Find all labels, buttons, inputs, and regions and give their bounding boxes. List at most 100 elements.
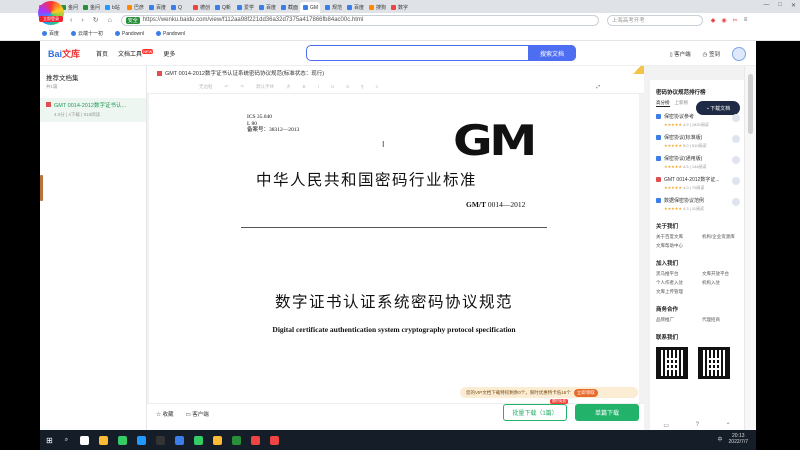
url-input[interactable]: 安全 https://wenku.baidu.com/view/f112aa98… bbox=[120, 14, 599, 26]
nav-more[interactable]: 更多 bbox=[163, 49, 175, 58]
toolbar-button[interactable]: 大 bbox=[286, 84, 291, 90]
login-label[interactable]: 立即登录 bbox=[39, 16, 63, 22]
help-icon[interactable]: ? bbox=[696, 422, 699, 429]
browser-tab[interactable]: GM bbox=[300, 2, 320, 13]
browser-tab[interactable]: Q新 bbox=[212, 2, 232, 13]
screenshot-icon[interactable]: ✂ bbox=[733, 17, 738, 24]
browser-tab[interactable]: 金问 bbox=[80, 2, 100, 13]
browser-tab[interactable]: 巴彦 bbox=[124, 2, 144, 13]
single-download-button[interactable]: 单篇下载 bbox=[575, 404, 639, 421]
back-icon[interactable]: ‹ bbox=[70, 17, 72, 24]
bookmark-item[interactable]: 云端十一初 bbox=[71, 30, 103, 37]
bookmark-item[interactable]: Pandownl bbox=[115, 31, 144, 37]
ranking-item[interactable]: 保密协议参考 ★★★★★ 4.9 | 1832阅读 bbox=[656, 113, 744, 128]
footer-link[interactable]: 机构入驻 bbox=[702, 280, 742, 286]
browser-tab[interactable]: 百度 bbox=[344, 2, 364, 13]
search-icon[interactable]: ⌕ bbox=[65, 437, 68, 444]
avatar[interactable] bbox=[732, 47, 746, 61]
toolbar-button[interactable]: U bbox=[331, 84, 334, 89]
footer-link[interactable]: 黑马推平台 bbox=[656, 271, 696, 277]
browser-tab[interactable]: 百度 bbox=[256, 2, 276, 13]
browser-tab[interactable]: 数字 bbox=[388, 2, 408, 13]
toolbar-button[interactable]: I bbox=[318, 84, 319, 89]
page-scrollbar[interactable] bbox=[744, 66, 756, 430]
footer-link[interactable]: 文库帮助中心 bbox=[656, 243, 696, 249]
toolbar-button[interactable]: ¶ bbox=[361, 84, 363, 89]
home-icon[interactable]: ⌂ bbox=[108, 17, 112, 24]
scrollbar-thumb[interactable] bbox=[748, 74, 753, 134]
document-viewport[interactable]: ICS 35.040 L 80 备案号：38312—2013 GM 中华人民共和… bbox=[147, 94, 644, 403]
sidebar-handle[interactable] bbox=[40, 175, 43, 201]
ranking-item[interactable]: GMT 0014-2012数字证... ★★★★★ 4.0 | 70阅读 bbox=[656, 176, 744, 191]
app-icon[interactable] bbox=[194, 435, 204, 445]
browser-tab[interactable]: b站 bbox=[102, 2, 122, 13]
footer-link[interactable]: 品牌推广 bbox=[656, 317, 696, 323]
app-icon[interactable] bbox=[137, 435, 147, 445]
toolbar-button[interactable]: S bbox=[346, 84, 349, 89]
clock[interactable]: 20:13 2022/7/7 bbox=[729, 433, 748, 445]
sign-in-link[interactable]: ◷ 签到 bbox=[703, 50, 720, 58]
footer-link[interactable]: 关于百度文库 bbox=[656, 234, 696, 240]
nav-doc-tools[interactable]: 文档工具NEW bbox=[118, 48, 154, 58]
app-icon[interactable] bbox=[118, 435, 128, 445]
refresh-icon[interactable]: ↻ bbox=[93, 16, 99, 24]
app-icon[interactable] bbox=[99, 435, 109, 445]
tab-new[interactable]: 上新榜 bbox=[675, 100, 689, 107]
sidebar-doc-item[interactable]: GMT 0014-2012数字证书认... 4.0分 | 4下载 | 919阅读 bbox=[40, 98, 146, 122]
browser-search-input[interactable]: 上海高考开考 bbox=[606, 14, 703, 26]
forward-icon[interactable]: › bbox=[81, 17, 83, 24]
browser-tab[interactable]: 截面 bbox=[278, 2, 298, 13]
browser-tab[interactable]: Q bbox=[168, 2, 188, 13]
footer-link[interactable]: 代理招商 bbox=[702, 317, 742, 323]
toolbar-button[interactable]: B bbox=[303, 84, 306, 89]
footer-link[interactable]: 文库开放平台 bbox=[702, 271, 742, 277]
batch-download-button[interactable]: 批量下载（1篇） 限时免费 bbox=[503, 399, 568, 421]
toolbar-button[interactable]: 默认字体 bbox=[256, 84, 274, 90]
app-icon[interactable] bbox=[270, 435, 280, 445]
browser-tab[interactable]: 德创 bbox=[190, 2, 210, 13]
toolbar-button[interactable]: ≡ bbox=[376, 84, 379, 89]
back-to-top-icon[interactable]: ⌃ bbox=[726, 422, 731, 429]
app-icon[interactable] bbox=[251, 435, 261, 445]
expand-icon[interactable]: ⤢ bbox=[596, 84, 600, 89]
browser-tab[interactable]: 搜狗 bbox=[366, 2, 386, 13]
search-docs-button[interactable]: 搜索文档 bbox=[528, 45, 576, 61]
close-icon[interactable]: ✕ bbox=[791, 2, 796, 9]
browser-logo[interactable]: 立即登录 bbox=[38, 1, 64, 25]
maximize-icon[interactable]: □ bbox=[778, 2, 782, 9]
tab-high-score[interactable]: 高分榜 bbox=[656, 100, 670, 107]
windows-start-icon[interactable]: ⊞ bbox=[46, 436, 53, 445]
footer-link[interactable] bbox=[702, 289, 742, 295]
app-icon[interactable] bbox=[156, 435, 166, 445]
lang-indicator[interactable]: 中 bbox=[718, 436, 723, 443]
nav-home[interactable]: 首页 bbox=[96, 49, 108, 58]
ranking-item[interactable]: 保密协议(标准版) ★★★★★ 5.0 | 510阅读 bbox=[656, 134, 744, 149]
footer-link[interactable]: 机构/企业资源库 bbox=[702, 234, 742, 240]
menu-icon[interactable]: ≡ bbox=[744, 17, 748, 24]
app-icon[interactable] bbox=[80, 435, 90, 445]
ranking-item[interactable]: 数据保密协议范例 ★★★★★ 4.3 | 11阅读 bbox=[656, 197, 744, 212]
app-icon[interactable] bbox=[213, 435, 223, 445]
feedback-icon[interactable]: ▭ bbox=[663, 422, 669, 429]
browser-tab[interactable]: 规范 bbox=[322, 2, 342, 13]
doc-search-input[interactable]: 搜索文档 bbox=[306, 45, 576, 61]
app-icon[interactable] bbox=[175, 435, 185, 445]
bookmark-item[interactable]: Pandownl bbox=[156, 31, 185, 37]
baidu-wenku-logo[interactable]: Bai文库 bbox=[48, 47, 80, 60]
game-icon[interactable]: ◉ bbox=[721, 17, 726, 24]
vip-banner[interactable]: 您的VIP文档下载特权剩余0个，限时优惠特卡低16个 立即领取 bbox=[460, 387, 638, 398]
toolbar-button[interactable]: ↶ bbox=[225, 84, 229, 90]
footer-link[interactable]: 文库上传管理 bbox=[656, 289, 696, 295]
toolbar-button[interactable]: ↷ bbox=[240, 84, 244, 90]
bookmark-item[interactable]: 百度 bbox=[42, 30, 59, 37]
extension-icon[interactable]: ◆ bbox=[711, 17, 716, 24]
toolbar-button[interactable]: 无边框 bbox=[199, 84, 213, 90]
client-link[interactable]: ▯ 客户端 bbox=[670, 50, 691, 58]
app-icon[interactable] bbox=[232, 435, 242, 445]
claim-button[interactable]: 立即领取 bbox=[573, 388, 598, 397]
footer-link[interactable]: 个人作者入驻 bbox=[656, 280, 696, 286]
browser-tab[interactable]: 百度 bbox=[146, 2, 166, 13]
client-button[interactable]: ▭ 客户端 bbox=[185, 410, 208, 418]
browser-tab[interactable]: 爱学 bbox=[234, 2, 254, 13]
footer-link[interactable] bbox=[702, 243, 742, 249]
